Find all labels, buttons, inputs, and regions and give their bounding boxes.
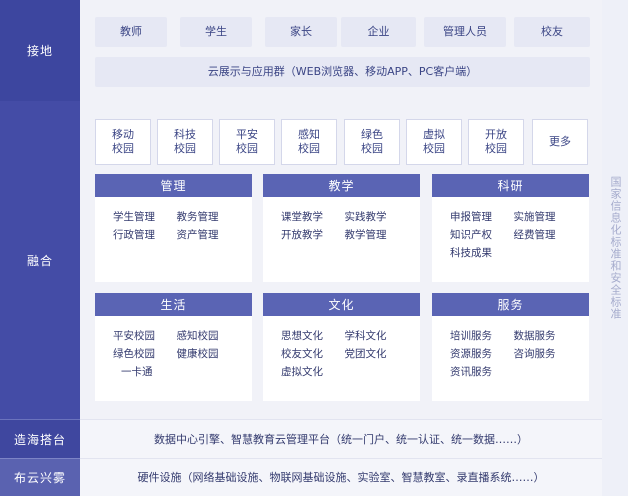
- campus-tile: 感知 校园: [281, 119, 337, 165]
- role-chip: 校友: [514, 17, 590, 47]
- block-item: 感知校园: [176, 330, 219, 342]
- block-item: 校友文化: [281, 348, 323, 360]
- campus-tile: 虚拟 校园: [406, 119, 462, 165]
- block-item: 一卡通: [121, 366, 153, 378]
- block-item: 经费管理: [513, 229, 556, 241]
- campus-tile: 科技 校园: [157, 119, 213, 165]
- role-chip: 企业: [341, 17, 416, 47]
- role-chip: 管理人员: [424, 17, 506, 47]
- jiedi-panel: 教师 学生 家长 企业 管理人员 校友 云展示与应用群（WEB浏览器、移动APP…: [80, 0, 602, 101]
- block-life: 生活 平安校园 感知校园 绿色校园 健康校园 一卡通: [95, 293, 252, 401]
- campus-tile-more: 更多: [532, 119, 588, 165]
- block-item: 资讯服务: [450, 366, 492, 378]
- block-culture: 文化 思想文化 学科文化 校友文化 党团文化 虚拟文化: [263, 293, 420, 401]
- block-item: 党团文化: [344, 348, 387, 360]
- block-item: 思想文化: [281, 330, 323, 342]
- block-management: 管理 学生管理 教务管理 行政管理 资产管理: [95, 174, 252, 282]
- block-item: 培训服务: [450, 330, 492, 342]
- campus-tile: 开放 校园: [468, 119, 524, 165]
- campus-tile: 移动 校园: [95, 119, 151, 165]
- layer-label-buyun: 布云兴雾: [0, 458, 80, 496]
- block-title: 教学: [263, 174, 420, 197]
- campus-tile: 绿色 校园: [344, 119, 400, 165]
- block-item: 咨询服务: [513, 348, 556, 360]
- role-chip: 学生: [180, 17, 252, 47]
- block-title: 服务: [432, 293, 589, 316]
- standards-strip: 国家信息化标准和安全标准: [602, 0, 628, 496]
- standards-label: 国家信息化标准和安全标准: [609, 176, 622, 320]
- block-item: 学科文化: [344, 330, 387, 342]
- block-teaching: 教学 课堂教学 实践教学 开放教学 教学管理: [263, 174, 420, 282]
- platform-text: 数据中心引擎、智慧教育云管理平台（统一门户、统一认证、统一数据……）: [154, 432, 528, 446]
- block-title: 生活: [95, 293, 252, 316]
- block-item: 数据服务: [513, 330, 556, 342]
- block-title: 文化: [263, 293, 420, 316]
- block-item: 资产管理: [176, 229, 219, 241]
- block-item: 健康校园: [176, 348, 219, 360]
- block-title: 科研: [432, 174, 589, 197]
- block-item: 开放教学: [281, 229, 323, 241]
- layer-label-ronghe: 融合: [0, 101, 80, 419]
- block-item: 行政管理: [113, 229, 155, 241]
- infra-text: 硬件设施（网络基础设施、物联网基础设施、实验室、智慧教室、录直播系统……）: [137, 471, 545, 484]
- block-item: 教务管理: [176, 211, 219, 223]
- block-item: 虚拟文化: [281, 366, 323, 378]
- block-item: 课堂教学: [281, 211, 323, 223]
- layer-label-zaohai: 造海搭台: [0, 419, 80, 458]
- block-title: 管理: [95, 174, 252, 197]
- block-item: 科技成果: [450, 247, 492, 259]
- role-chip: 家长: [265, 17, 337, 47]
- cloud-banner: 云展示与应用群（WEB浏览器、移动APP、PC客户端）: [95, 57, 590, 87]
- role-chip: 教师: [95, 17, 167, 47]
- block-item: 平安校园: [113, 330, 155, 342]
- block-item: 资源服务: [450, 348, 492, 360]
- block-research: 科研 申报管理 实施管理 知识产权 经费管理 科技成果: [432, 174, 589, 282]
- campus-tile: 平安 校园: [219, 119, 275, 165]
- block-item: 实践教学: [344, 211, 387, 223]
- block-item: 申报管理: [450, 211, 492, 223]
- block-item: 学生管理: [113, 211, 155, 223]
- block-item: 绿色校园: [113, 348, 155, 360]
- block-item: 教学管理: [344, 229, 387, 241]
- layer-label-jiedi: 接地: [0, 0, 80, 101]
- block-item: 知识产权: [450, 229, 492, 241]
- block-service: 服务 培训服务 数据服务 资源服务 咨询服务 资讯服务: [432, 293, 589, 401]
- ronghe-panel: 移动 校园 科技 校园 平安 校园 感知 校园 绿色 校园 虚拟 校园 开放 校…: [80, 101, 602, 419]
- block-item: 实施管理: [513, 211, 556, 223]
